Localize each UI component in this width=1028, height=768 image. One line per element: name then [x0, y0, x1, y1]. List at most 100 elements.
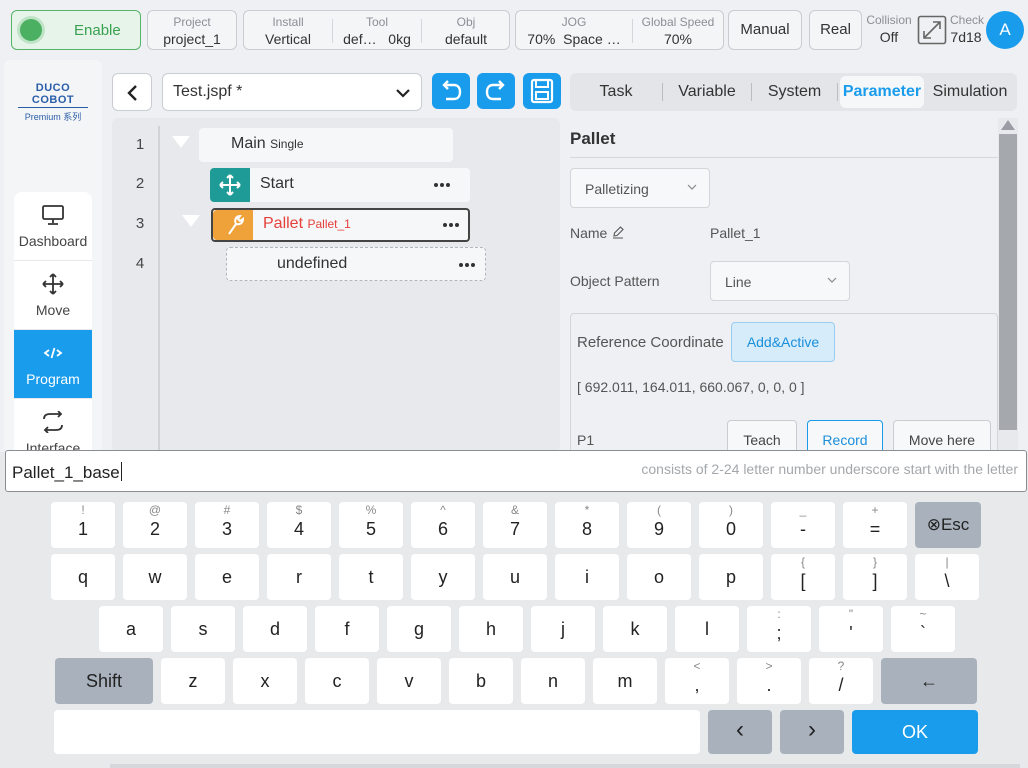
collapse-toggle-icon[interactable]: [182, 215, 200, 227]
obj-cell[interactable]: Obj default: [422, 11, 510, 49]
key-l[interactable]: l: [675, 606, 739, 652]
record-button[interactable]: Record: [807, 420, 883, 454]
redo-button[interactable]: [477, 73, 515, 109]
scroll-thumb[interactable]: [999, 134, 1017, 430]
key-b[interactable]: b: [449, 658, 513, 704]
esc-key[interactable]: ⊗Esc: [915, 502, 981, 548]
collision-status[interactable]: Collision Off: [866, 14, 912, 45]
real-mode-button[interactable]: Real: [809, 10, 862, 50]
key-h[interactable]: h: [459, 606, 523, 652]
key-v[interactable]: v: [377, 658, 441, 704]
more-options-icon[interactable]: [434, 177, 454, 191]
shift-key[interactable]: Shift: [55, 658, 153, 704]
jog-speed-group[interactable]: JOG 70% Space … Global Speed 70%: [515, 10, 724, 50]
key-c[interactable]: c: [305, 658, 369, 704]
more-options-icon[interactable]: [459, 257, 479, 271]
tab-simulation[interactable]: Simulation: [927, 73, 1013, 111]
pallet-mode-select[interactable]: Palletizing: [570, 168, 710, 208]
ok-key[interactable]: OK: [852, 710, 978, 754]
file-selector[interactable]: Test.jspf *: [162, 73, 422, 111]
key-e[interactable]: e: [195, 554, 259, 600]
key-0[interactable]: ) 0: [699, 502, 763, 548]
key-t[interactable]: t: [339, 554, 403, 600]
project-selector[interactable]: Project project_1: [147, 10, 237, 50]
key-8[interactable]: * 8: [555, 502, 619, 548]
key-u[interactable]: u: [483, 554, 547, 600]
key-\[interactable]: | \: [915, 554, 979, 600]
avatar[interactable]: A: [986, 11, 1024, 49]
key-f[interactable]: f: [315, 606, 379, 652]
manual-mode-button[interactable]: Manual: [728, 10, 802, 50]
expand-icon[interactable]: [917, 15, 947, 45]
global-speed-cell[interactable]: Global Speed 70%: [633, 11, 723, 49]
key-k[interactable]: k: [603, 606, 667, 652]
space-key[interactable]: [54, 710, 700, 754]
tab-system[interactable]: System: [752, 73, 837, 111]
key-m[interactable]: m: [593, 658, 657, 704]
enable-button[interactable]: Enable: [11, 10, 141, 50]
nav-item-move[interactable]: Move: [14, 261, 92, 330]
jog-cell[interactable]: JOG 70% Space …: [516, 11, 632, 49]
key-2[interactable]: @2: [123, 502, 187, 548]
cursor-left-key[interactable]: ‹: [708, 710, 772, 754]
nav-item-interface[interactable]: Interface: [14, 399, 92, 452]
back-button[interactable]: [112, 73, 152, 111]
key-`[interactable]: ~ `: [891, 606, 955, 652]
edit-pencil-icon[interactable]: [611, 225, 625, 239]
undo-button[interactable]: [432, 73, 470, 109]
key-x[interactable]: x: [233, 658, 297, 704]
tab-task[interactable]: Task: [570, 73, 662, 111]
key-a[interactable]: a: [99, 606, 163, 652]
key-p[interactable]: p: [699, 554, 763, 600]
key-1[interactable]: ! 1: [51, 502, 115, 548]
nav-item-program[interactable]: Program: [14, 330, 92, 399]
key-o[interactable]: o: [627, 554, 691, 600]
teach-button[interactable]: Teach: [727, 420, 797, 454]
tree-node-undefined[interactable]: undefined: [226, 247, 486, 281]
collapse-toggle-icon[interactable]: [172, 136, 190, 148]
key-w[interactable]: w: [123, 554, 187, 600]
key-[[interactable]: {[: [771, 554, 835, 600]
key-g[interactable]: g: [387, 606, 451, 652]
key-/[interactable]: ? /: [809, 658, 873, 704]
install-tool-obj-group[interactable]: Install Vertical Tool def… 0kg Obj defau…: [243, 10, 510, 50]
install-cell[interactable]: Install Vertical: [244, 11, 332, 49]
key-=[interactable]: + =: [843, 502, 907, 548]
key-6[interactable]: ^ 6: [411, 502, 475, 548]
tree-node-pallet[interactable]: Pallet Pallet_1: [211, 208, 470, 242]
key-n[interactable]: n: [521, 658, 585, 704]
key-j[interactable]: j: [531, 606, 595, 652]
key-3[interactable]: #3: [195, 502, 259, 548]
tab-parameter[interactable]: Parameter: [840, 76, 924, 108]
scroll-up-icon[interactable]: [1001, 120, 1015, 130]
backspace-key[interactable]: ←: [881, 658, 977, 704]
key-z[interactable]: z: [161, 658, 225, 704]
key-d[interactable]: d: [243, 606, 307, 652]
key-q[interactable]: q: [51, 554, 115, 600]
nav-item-dashboard[interactable]: Dashboard: [14, 192, 92, 261]
check-status[interactable]: Check 7d18: [950, 14, 984, 45]
tool-cell[interactable]: Tool def… 0kg: [333, 11, 421, 49]
key-5[interactable]: % 5: [339, 502, 403, 548]
key-7[interactable]: & 7: [483, 502, 547, 548]
key-,[interactable]: <,: [665, 658, 729, 704]
object-pattern-select[interactable]: Line: [710, 261, 850, 301]
tree-node-start[interactable]: Start: [210, 168, 470, 202]
keyboard-text-input[interactable]: Pallet_1_base consists of 2-24 letter nu…: [5, 450, 1027, 492]
tree-node-main[interactable]: Main Single: [199, 128, 453, 162]
key-'[interactable]: " ': [819, 606, 883, 652]
key-;[interactable]: :;: [747, 606, 811, 652]
key--[interactable]: _ -: [771, 502, 835, 548]
key-r[interactable]: r: [267, 554, 331, 600]
key-9[interactable]: (9: [627, 502, 691, 548]
add-active-button[interactable]: Add&Active: [731, 322, 835, 362]
key-s[interactable]: s: [171, 606, 235, 652]
save-button[interactable]: [523, 73, 561, 109]
key-y[interactable]: y: [411, 554, 475, 600]
tab-variable[interactable]: Variable: [663, 73, 751, 111]
more-options-icon[interactable]: [443, 217, 463, 231]
cursor-right-key[interactable]: ›: [780, 710, 844, 754]
key-i[interactable]: i: [555, 554, 619, 600]
panel-scrollbar[interactable]: [998, 118, 1018, 452]
move-here-button[interactable]: Move here: [893, 420, 991, 454]
